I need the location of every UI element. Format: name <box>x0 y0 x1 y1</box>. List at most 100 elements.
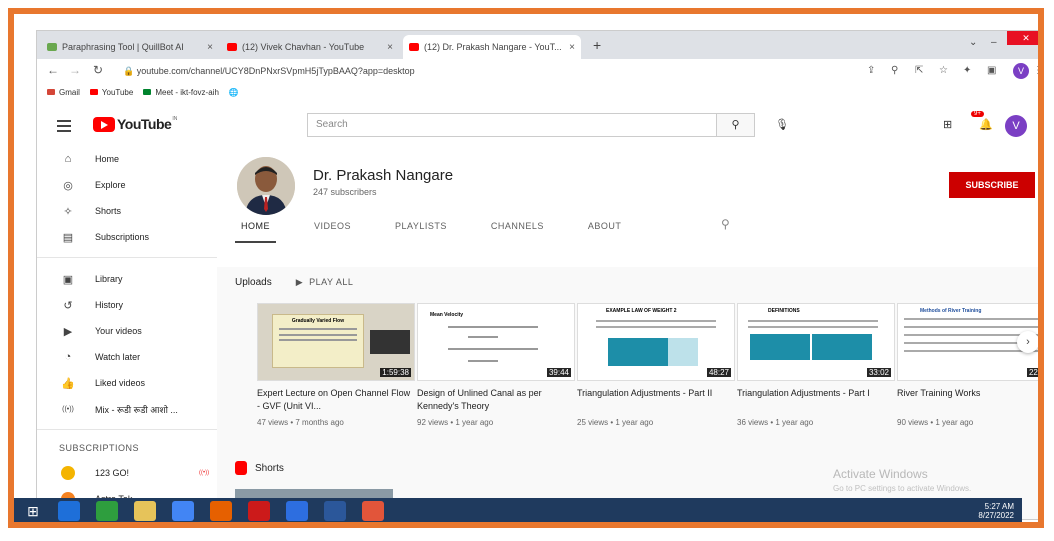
youtube-logo[interactable]: YouTube IN <box>93 116 177 132</box>
sidebar-item-history[interactable]: ↺ History <box>37 293 217 317</box>
video-thumbnail[interactable]: Mean Velocity 39:44 <box>417 303 575 381</box>
video-title[interactable]: Expert Lecture on Open Channel Flow - GV… <box>257 387 415 413</box>
browser-tab-quillbot[interactable]: Paraphrasing Tool | QuillBot AI × <box>41 35 219 59</box>
window-close-button[interactable]: ✕ <box>1007 31 1038 45</box>
minimize-icon[interactable]: – <box>991 31 997 53</box>
sidebar-item-label: Watch later <box>95 352 141 362</box>
youtube-favicon-icon <box>409 43 419 51</box>
video-meta: 92 views • 1 year ago <box>417 418 494 427</box>
tab-close-icon[interactable]: × <box>569 42 575 53</box>
tab-home[interactable]: HOME <box>235 213 276 243</box>
chrome-icon[interactable] <box>172 501 194 521</box>
tab-playlists[interactable]: PLAYLISTS <box>395 213 447 239</box>
browser-tab-prakash-active[interactable]: (12) Dr. Prakash Nangare - YouT... × <box>403 35 581 59</box>
play-all-button[interactable]: ▶ PLAY ALL <box>296 277 354 288</box>
address-bar[interactable]: 🔒 youtube.com/channel/UCY8DnPNxrSVpmH5jT… <box>123 62 883 80</box>
bookmark-label: YouTube <box>101 87 134 97</box>
sidebar-item-explore[interactable]: ◎ Explore <box>37 173 217 197</box>
menu-hamburger-icon[interactable] <box>57 117 71 135</box>
sidebar-item-subscriptions[interactable]: ▤ Subscriptions <box>37 225 217 249</box>
account-avatar[interactable]: V <box>1005 115 1027 137</box>
video-card[interactable]: DEFINITIONS 33:02 Triangulation Adjustme… <box>737 303 895 427</box>
new-tab-button[interactable]: + <box>593 37 601 53</box>
browser-menu-icon[interactable]: ⋮ <box>1033 65 1038 76</box>
sidebar-item-shorts[interactable]: ✧ Shorts <box>37 199 217 223</box>
video-meta: 90 views • 1 year ago <box>897 418 974 427</box>
bookmark-meet[interactable]: Meet - ikt-fovz-aih <box>143 88 219 97</box>
video-thumbnail[interactable]: EXAMPLE LAW OF WEIGHT 2 48:27 <box>577 303 735 381</box>
quillbot-taskbar-icon[interactable] <box>362 501 384 521</box>
carousel-next-arrow-icon[interactable]: › <box>1017 331 1038 353</box>
extensions-puzzle-icon[interactable]: ✦ <box>963 65 971 76</box>
video-card[interactable]: EXAMPLE LAW OF WEIGHT 2 48:27 Triangulat… <box>577 303 735 427</box>
create-video-icon[interactable]: ⊞ <box>943 118 952 131</box>
internet-explorer-icon[interactable] <box>58 501 80 521</box>
back-icon[interactable]: ← <box>47 63 59 77</box>
sidebar-item-library[interactable]: ▣ Library <box>37 267 217 291</box>
store-icon[interactable] <box>96 501 118 521</box>
tab-channels[interactable]: CHANNELS <box>491 213 544 239</box>
activate-windows-subtext: Go to PC settings to activate Windows. <box>833 484 972 493</box>
bookmark-youtube[interactable]: YouTube <box>89 87 134 97</box>
system-tray: 5:27 AM 8/27/2022 <box>978 502 1014 520</box>
video-card[interactable]: Gradually Varied Flow 1:59:38 Expert Lec… <box>257 303 415 427</box>
bookmark-gmail[interactable]: Gmail <box>47 88 80 97</box>
tab-strip: Paraphrasing Tool | QuillBot AI × (12) V… <box>37 31 1038 59</box>
video-duration: 39:44 <box>546 368 571 377</box>
channel-avatar-portrait-icon <box>237 157 295 215</box>
sidebar-item-label: Home <box>95 154 120 164</box>
youtube-header: YouTube IN Search ⚲ 🎙 ⊞ 🔔 9+ V <box>37 103 1038 147</box>
video-title[interactable]: Design of Unlined Canal as per Kennedy's… <box>417 387 575 413</box>
sidebar-item-your-videos[interactable]: ▶ Your videos <box>37 319 217 343</box>
video-card[interactable]: Mean Velocity 39:44 Design of Unlined Ca… <box>417 303 575 427</box>
video-title[interactable]: Triangulation Adjustments - Part II <box>577 387 735 413</box>
docs-icon[interactable] <box>286 501 308 521</box>
sidebar: ⌂ Home ◎ Explore ✧ Shorts ▤ Subscription… <box>37 147 217 519</box>
subscribe-button[interactable]: SUBSCRIBE <box>949 172 1035 198</box>
notification-count-badge: 9+ <box>971 111 984 117</box>
file-explorer-icon[interactable] <box>134 501 156 521</box>
subscription-item[interactable]: 123 GO! ((•)) <box>37 461 217 485</box>
bookmark-globe[interactable]: 🌐 <box>229 88 239 97</box>
channel-avatar[interactable] <box>237 157 295 215</box>
search-input[interactable]: Search <box>307 113 717 137</box>
search-button[interactable]: ⚲ <box>717 113 755 137</box>
presenter-video-icon <box>370 330 410 354</box>
reload-icon[interactable]: ↻ <box>93 63 103 77</box>
video-card[interactable]: Methods of River Training 22:38 River Tr… <box>897 303 1038 427</box>
browser-tab-vivek[interactable]: (12) Vivek Chavhan - YouTube × <box>221 35 399 59</box>
forward-icon[interactable]: → <box>69 63 81 77</box>
meet-icon <box>143 89 152 95</box>
voice-search-mic-icon[interactable]: 🎙 <box>775 118 789 131</box>
tab-videos[interactable]: VIDEOS <box>314 213 351 239</box>
sidebar-item-mix[interactable]: ((•)) Mix - रूडी रूडी आशो ... <box>37 397 217 421</box>
side-panel-icon[interactable]: ▣ <box>987 65 996 76</box>
notifications-bell-icon[interactable]: 🔔 <box>979 118 993 131</box>
tab-search-chevron-icon[interactable]: ⌄ <box>969 31 977 53</box>
video-duration: 22:38 <box>1026 368 1038 377</box>
browser-profile-avatar[interactable]: V <box>1013 63 1029 79</box>
tab-close-icon[interactable]: × <box>207 42 213 53</box>
install-icon[interactable]: ⇱ <box>915 65 923 76</box>
sidebar-item-watch-later[interactable]: ◔ Watch later <box>37 345 217 369</box>
channel-search-icon[interactable]: ⚲ <box>721 217 730 231</box>
share-icon[interactable]: ⇪ <box>867 65 875 76</box>
video-title[interactable]: Triangulation Adjustments - Part I <box>737 387 895 413</box>
video-thumbnail[interactable]: Gradually Varied Flow 1:59:38 <box>257 303 415 381</box>
clock-time[interactable]: 5:27 AM <box>978 502 1014 511</box>
zoom-icon[interactable]: ⚲ <box>891 65 898 76</box>
windows-start-icon[interactable]: ⊞ <box>22 501 44 521</box>
firefox-icon[interactable] <box>210 501 232 521</box>
sidebar-item-home[interactable]: ⌂ Home <box>37 147 217 171</box>
browser-window: Paraphrasing Tool | QuillBot AI × (12) V… <box>36 30 1038 520</box>
word-icon[interactable] <box>324 501 346 521</box>
tab-about[interactable]: ABOUT <box>588 213 622 239</box>
sidebar-item-liked-videos[interactable]: 👍 Liked videos <box>37 371 217 395</box>
shorts-shelf-header: Shorts <box>235 461 284 475</box>
tab-close-icon[interactable]: × <box>387 42 393 53</box>
bookmark-star-icon[interactable]: ☆ <box>939 65 948 76</box>
opera-icon[interactable] <box>248 501 270 521</box>
video-title[interactable]: River Training Works <box>897 387 1038 413</box>
video-thumbnail[interactable]: DEFINITIONS 33:02 <box>737 303 895 381</box>
clock-date[interactable]: 8/27/2022 <box>978 511 1014 520</box>
